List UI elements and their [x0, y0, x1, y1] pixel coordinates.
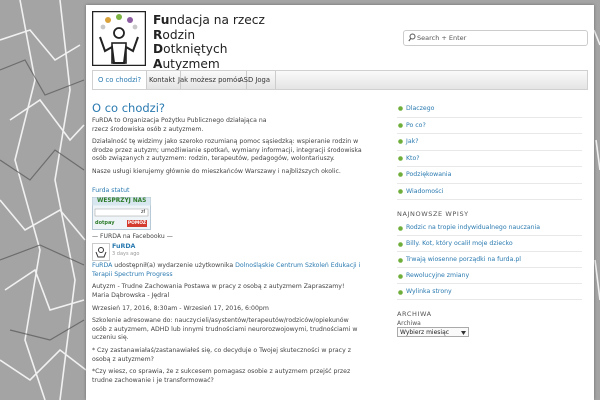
sidebar-item-wiadomosci[interactable]: Wiadomości [397, 184, 582, 200]
sidebar-item-label: Jak? [406, 138, 419, 145]
donate-currency: zł [141, 209, 146, 216]
bullet-icon [398, 188, 403, 194]
sidebar-item-label: Po co? [406, 121, 426, 129]
donate-title: WESPRZYJ NAS [97, 198, 147, 205]
facebook-page-card[interactable]: FuRDA 3 days ago [92, 242, 362, 262]
activity-paragraph: Działalność tę widzimy jako szeroko rozu… [92, 138, 362, 163]
post-author-link[interactable]: FuRDA [92, 262, 112, 269]
intro-paragraph: FuRDA to Organizacja Pożytku Publicznego… [92, 117, 267, 133]
sidebar-item-label: Dlaczego [406, 105, 435, 112]
bullet-icon [398, 274, 403, 279]
bullet-icon [398, 139, 403, 144]
facebook-avatar [92, 243, 110, 262]
logo[interactable] [92, 11, 146, 66]
recent-post-link[interactable]: Billy. Kot, który ocalił moje dziecko [397, 236, 582, 252]
bullet-icon [398, 258, 403, 263]
bullet-icon [398, 155, 403, 161]
archive-select[interactable]: Wybierz miesiąc [397, 327, 469, 337]
page-container: Fundacja na rzecz Rodzin Dotkniętych Aut… [86, 5, 594, 400]
facebook-page-name[interactable]: FuRDA [112, 243, 135, 250]
sidebar-item-label: Kto? [406, 154, 420, 162]
donate-button[interactable]: POMÓŻ [127, 220, 147, 227]
bullet-icon [398, 122, 403, 128]
recent-post-link[interactable]: Rodzic na tropie indywidualnego nauczani… [397, 220, 582, 236]
archive-title: ARCHIWA [397, 310, 432, 318]
archive-label: Archiwa [397, 320, 421, 327]
site-header: Fundacja na rzecz Rodzin Dotkniętych Aut… [86, 5, 594, 71]
recent-post-link[interactable]: Rewolucyjne zmiany [397, 268, 582, 284]
bullet-icon [398, 226, 403, 231]
event-date: Wrzesień 17, 2016, 8:30am - Wrzesień 17,… [92, 304, 269, 312]
search-input[interactable]: Search + Enter [403, 30, 588, 46]
dotpay-logo: dotpay [95, 220, 115, 227]
recent-post-link[interactable]: Trwają wiosenne porządki na furda.pl [397, 252, 582, 268]
bullet-icon [398, 172, 403, 177]
page-title: O co chodzi? [92, 101, 166, 115]
main-nav: O co chodzi? Kontakt Jak możesz pomóc AS… [92, 70, 588, 90]
recent-post-label: Billy. Kot, który ocalił moje dziecko [406, 240, 513, 247]
org-name-line-1: Fundacja na rzecz [153, 13, 265, 27]
search-icon [408, 33, 416, 42]
event-description-2: * Czy zastanawiałaś/zastanawiałeś się, c… [92, 346, 351, 363]
chevron-down-icon [461, 331, 466, 335]
bullet-icon [398, 106, 403, 111]
post-shared-text: udostępnił(a) wydarzenie użytkownika [112, 262, 236, 270]
recent-post-label: Rewolucyjne zmiany [406, 272, 470, 279]
recent-post-link[interactable]: Wylinka strony [397, 284, 582, 300]
services-paragraph: Nasze usługi kierujemy głównie do mieszk… [92, 167, 341, 175]
donate-widget: WESPRZYJ NAS zł dotpay POMÓŻ [92, 197, 151, 231]
facebook-share-text: FuRDA udostępnił(a) wydarzenie użytkowni… [92, 262, 362, 279]
facebook-post-time: 3 days ago [112, 251, 140, 258]
sidebar-item-kto[interactable]: Kto? [397, 151, 582, 167]
sidebar-item-label: Podziękowania [406, 171, 452, 178]
org-name[interactable]: Fundacja na rzecz Rodzin Dotkniętych Aut… [153, 13, 265, 71]
nav-item-o-co-chodzi[interactable]: O co chodzi? [93, 71, 148, 89]
recent-posts-title: NAJNOWSZE WPISY [397, 210, 469, 218]
sidebar-item-label: Wiadomości [406, 187, 444, 195]
bullet-icon [398, 242, 403, 247]
sidebar-item-podziekowania[interactable]: Podziękowania [397, 167, 582, 184]
org-name-line-3: Dotkniętych [153, 42, 228, 57]
sidebar: Dlaczego Po co? Jak? Kto? Podziękowania … [397, 101, 582, 337]
nav-item-asd-joga[interactable]: ASD Joga [234, 71, 277, 89]
recent-post-label: Trwają wiosenne porządki na furda.pl [406, 256, 521, 263]
recent-post-label: Rodzic na tropie indywidualnego nauczani… [406, 224, 541, 231]
search-placeholder: Search + Enter [417, 34, 467, 42]
bullet-icon [398, 290, 403, 295]
sidebar-item-dlaczego[interactable]: Dlaczego [397, 101, 582, 118]
event-description-3: *Czy wiesz, co sprawia, że z sukcesem po… [92, 368, 351, 384]
org-name-line-2: Rodzin [153, 27, 196, 42]
event-description-1: Szkolenie adresowane do: nauczycieli/asy… [92, 317, 358, 342]
sidebar-item-po-co[interactable]: Po co? [397, 118, 582, 134]
archive-select-value: Wybierz miesiąc [400, 329, 450, 336]
event-title: Autyzm - Trudne Zachowania Postawa w pra… [92, 283, 345, 299]
recent-post-label: Wylinka strony [406, 288, 452, 295]
sidebar-item-jak[interactable]: Jak? [397, 134, 582, 151]
main-content: O co chodzi? FuRDA to Organizacja Pożytk… [92, 101, 362, 389]
statute-link[interactable]: Furda statut [92, 187, 129, 194]
facebook-widget-header: — FURDA na Facebooku — [92, 233, 173, 241]
